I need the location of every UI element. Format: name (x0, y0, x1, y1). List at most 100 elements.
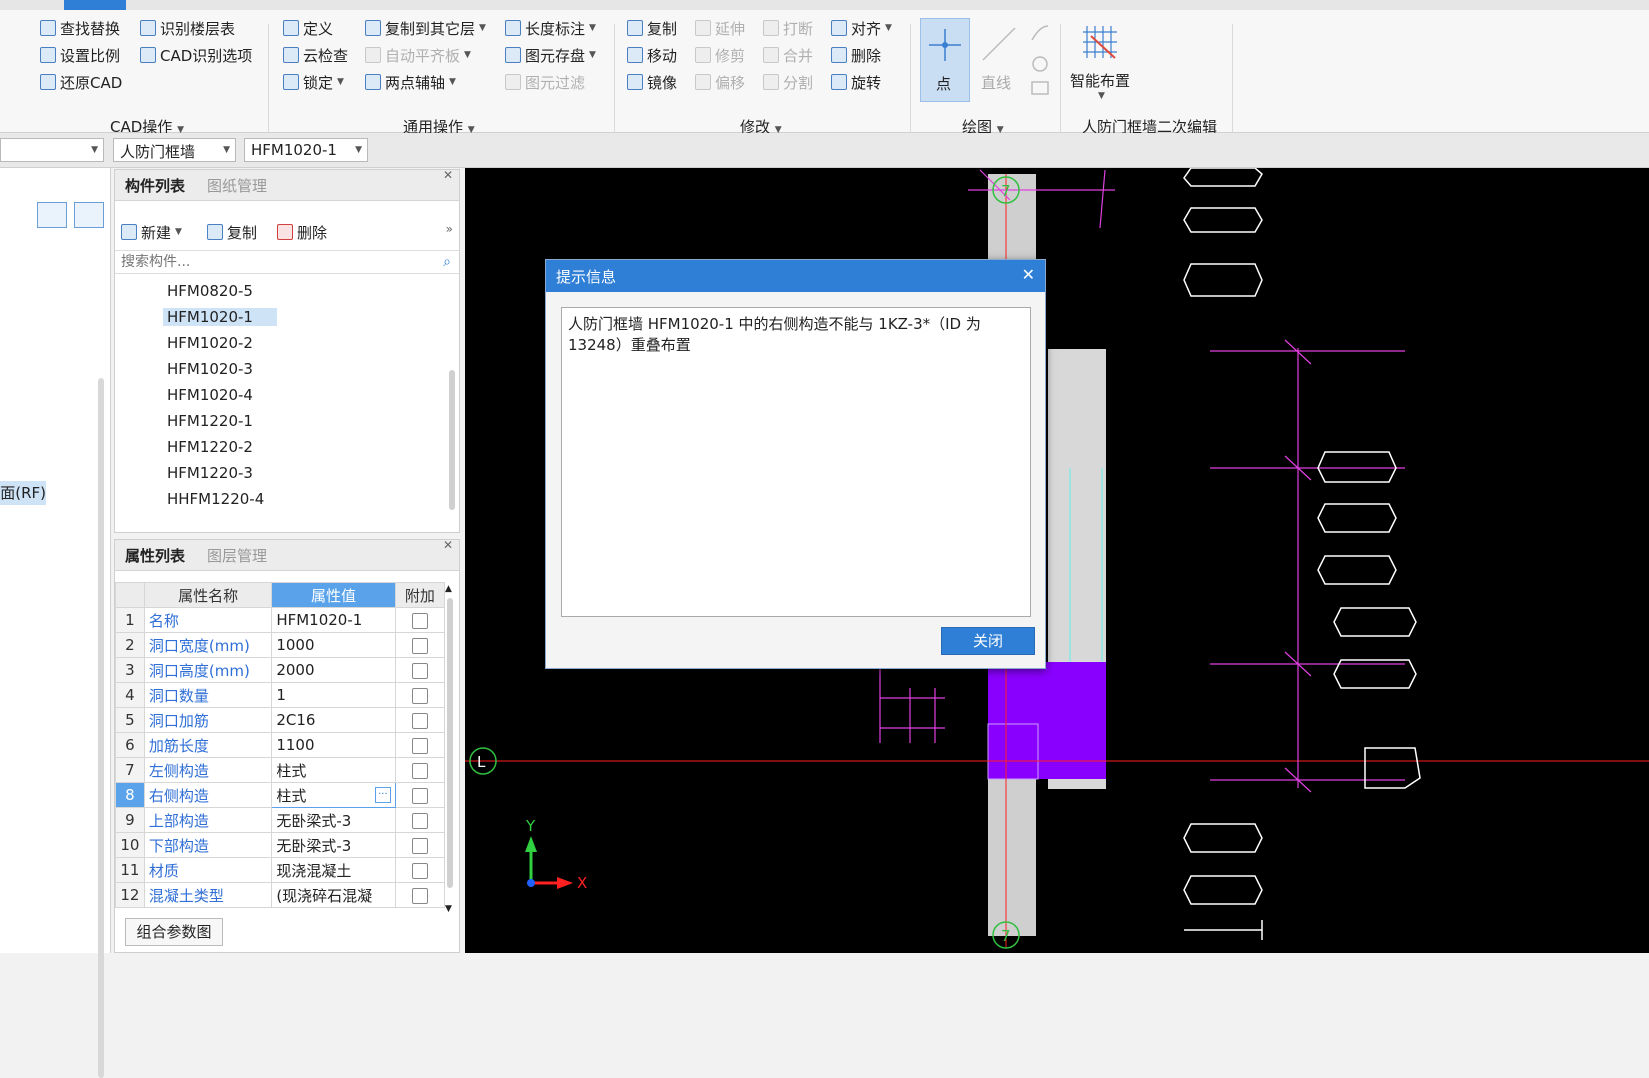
floor-select[interactable]: ▼ (0, 138, 104, 162)
close-icon[interactable]: ✕ (1022, 265, 1035, 284)
extra-checkbox[interactable] (411, 662, 428, 679)
extra-checkbox[interactable] (411, 787, 428, 804)
draw-point-button[interactable]: 点 (920, 18, 970, 102)
extra-checkbox[interactable] (411, 637, 428, 654)
table-row[interactable]: 10 下部构造 无卧梁式-3 (115, 832, 446, 858)
table-row[interactable]: 4 洞口数量 1 (115, 682, 446, 708)
table-row[interactable]: 3 洞口高度(mm) 2000 (115, 657, 446, 683)
table-row[interactable]: 2 洞口宽度(mm) 1000 (115, 632, 446, 658)
prop-value[interactable]: 无卧梁式-3 (271, 832, 396, 858)
table-row[interactable]: 11 材质 现浇混凝土 (115, 857, 446, 883)
merge-button[interactable]: 合并 (763, 43, 813, 67)
restore-cad-button[interactable]: 还原CAD (40, 70, 122, 94)
prop-value[interactable]: 无卧梁式-3 (271, 807, 396, 833)
extra-checkbox[interactable] (411, 687, 428, 704)
ellipsis-button[interactable]: ··· (375, 787, 391, 803)
delete-component-button[interactable]: 删除 (277, 220, 327, 244)
set-scale-button[interactable]: 设置比例 (40, 43, 120, 67)
table-row[interactable]: 9 上部构造 无卧梁式-3 (115, 807, 446, 833)
tab-modeling-active[interactable] (64, 0, 126, 10)
close-button[interactable]: 关闭 (941, 627, 1035, 655)
extra-checkbox[interactable] (411, 737, 428, 754)
prop-value[interactable]: (现浇碎石混凝 (271, 882, 396, 908)
cloud-check-button[interactable]: 云检查 (283, 43, 348, 67)
component-scrollbar[interactable] (449, 370, 455, 510)
lock-button[interactable]: 锁定 ▼ (283, 70, 344, 94)
element-filter-button[interactable]: 图元过滤 (505, 70, 585, 94)
save-element-button[interactable]: 图元存盘 ▼ (505, 43, 596, 67)
component-item[interactable]: HFM1020-3 (167, 360, 253, 378)
table-row[interactable]: 1 名称 HFM1020-1 (115, 607, 446, 633)
component-item[interactable]: HFM1220-3 (167, 464, 253, 482)
table-row[interactable]: 12 混凝土类型 (现浇碎石混凝 (115, 882, 446, 908)
copy-component-button[interactable]: 复制 (207, 220, 257, 244)
card-view-icon[interactable] (74, 202, 104, 228)
extra-checkbox[interactable] (411, 837, 428, 854)
component-name-select[interactable]: HFM1020-1 ▼ (244, 138, 368, 162)
define-button[interactable]: 定义 (283, 16, 333, 40)
component-item[interactable]: HFM1220-1 (167, 412, 253, 430)
table-row[interactable]: 5 洞口加筋 2C16 (115, 707, 446, 733)
tab-component-list[interactable]: 构件列表 (125, 175, 185, 196)
split-button[interactable]: 分割 (763, 70, 813, 94)
component-item[interactable]: HFM1020-4 (167, 386, 253, 404)
length-dimension-button[interactable]: 长度标注 ▼ (505, 16, 596, 40)
extra-checkbox[interactable] (411, 862, 428, 879)
panel-close-icon[interactable]: ✕ (443, 538, 453, 552)
move-button[interactable]: 移动 (627, 43, 677, 67)
extra-checkbox[interactable] (411, 887, 428, 904)
extra-checkbox[interactable] (411, 612, 428, 629)
copy-button[interactable]: 复制 (627, 16, 677, 40)
extra-checkbox[interactable] (411, 762, 428, 779)
prop-value[interactable]: HFM1020-1 (271, 607, 396, 633)
prop-value[interactable]: 2000 (271, 657, 396, 683)
panel-close-icon[interactable]: ✕ (443, 168, 453, 182)
prop-value[interactable]: 1100 (271, 732, 396, 758)
offset-button[interactable]: 偏移 (695, 70, 745, 94)
prop-value[interactable]: 柱式 ··· (271, 782, 396, 808)
smart-layout-button[interactable]: 智能布置 ▼ (1068, 18, 1134, 102)
tab-drawing-management[interactable]: 图纸管理 (207, 175, 267, 196)
trim-button[interactable]: 修剪 (695, 43, 745, 67)
props-scrollbar[interactable]: ▲ ▼ (445, 584, 455, 914)
delete-button[interactable]: 删除 (831, 43, 881, 67)
search-icon[interactable]: ⌕ (443, 254, 451, 270)
component-item[interactable]: HHFM1220-4 (167, 490, 264, 508)
extra-checkbox[interactable] (411, 712, 428, 729)
prop-value[interactable]: 柱式 (271, 757, 396, 783)
combo-param-diagram-button[interactable]: 组合参数图 (125, 918, 223, 946)
align-button[interactable]: 对齐 ▼ (831, 16, 892, 40)
table-row[interactable]: 7 左侧构造 柱式 (115, 757, 446, 783)
copy-to-other-layer-button[interactable]: 复制到其它层 ▼ (365, 16, 486, 40)
component-type-select[interactable]: 人防门框墙 ▼ (113, 138, 236, 162)
auto-align-slab-button[interactable]: 自动平齐板 ▼ (365, 43, 471, 67)
prop-value[interactable]: 1 (271, 682, 396, 708)
extend-button[interactable]: 延伸 (695, 16, 745, 40)
two-point-aux-axis-button[interactable]: 两点辅轴 ▼ (365, 70, 456, 94)
prop-value[interactable]: 现浇混凝土 (271, 857, 396, 883)
rotate-button[interactable]: 旋转 (831, 70, 881, 94)
tab-layer-management[interactable]: 图层管理 (207, 545, 267, 566)
list-view-icon[interactable] (37, 202, 67, 228)
mirror-button[interactable]: 镜像 (627, 70, 677, 94)
extra-checkbox[interactable] (411, 812, 428, 829)
identify-floor-table-button[interactable]: 识别楼层表 (140, 16, 235, 40)
left-scrollbar[interactable] (98, 378, 104, 1078)
break-button[interactable]: 打断 (763, 16, 813, 40)
floor-item-rf[interactable]: 屋面(RF) (0, 481, 46, 505)
search-input[interactable] (115, 250, 459, 274)
prop-value[interactable]: 2C16 (271, 707, 396, 733)
tab-property-list[interactable]: 属性列表 (125, 545, 185, 566)
component-item[interactable]: HFM1020-1 (163, 308, 277, 326)
component-item[interactable]: HFM0820-5 (167, 282, 253, 300)
component-item[interactable]: HFM1220-2 (167, 438, 253, 456)
draw-line-button[interactable]: 直线 (975, 18, 1025, 102)
component-item[interactable]: HFM1020-2 (167, 334, 253, 352)
prop-value[interactable]: 1000 (271, 632, 396, 658)
table-row[interactable]: 6 加筋长度 1100 (115, 732, 446, 758)
find-replace-button[interactable]: 查找替换 (40, 16, 120, 40)
cad-options-button[interactable]: CAD识别选项 (140, 43, 252, 67)
table-row[interactable]: 8 右侧构造 柱式 ··· (115, 782, 446, 808)
draw-shape-tools[interactable] (1028, 20, 1050, 100)
more-icon[interactable]: » (446, 222, 453, 236)
